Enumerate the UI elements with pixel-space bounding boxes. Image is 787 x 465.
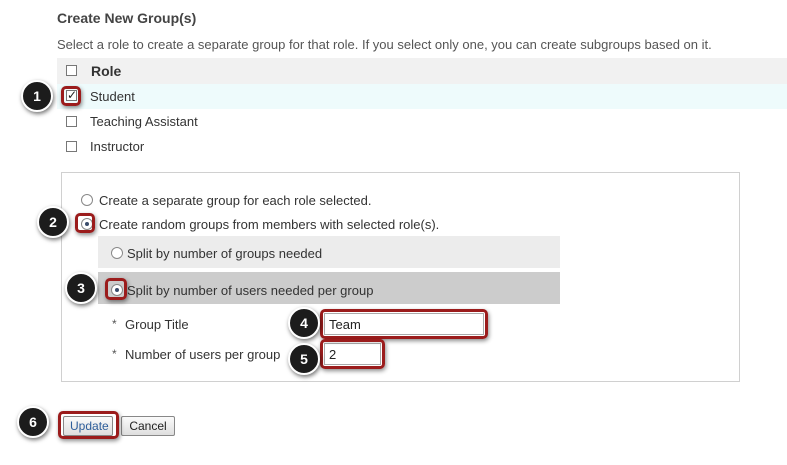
separate-group-label: Create a separate group for each role se… — [99, 193, 372, 208]
select-all-roles-checkbox[interactable] — [66, 65, 77, 76]
role-label-instructor: Instructor — [90, 139, 145, 154]
callout-badge-2: 2 — [37, 206, 69, 238]
role-label-student: Student — [90, 89, 135, 104]
callout-badge-4: 4 — [288, 307, 320, 339]
users-per-group-required-mark: * — [112, 347, 117, 361]
role-checkbox-teaching-assistant[interactable] — [66, 116, 77, 127]
group-title-required-mark: * — [112, 317, 117, 331]
random-groups-label: Create random groups from members with s… — [99, 217, 440, 232]
split-by-groups-radio[interactable] — [111, 247, 123, 259]
role-column-header: Role — [91, 63, 122, 79]
section-title: Create New Group(s) — [57, 10, 197, 26]
callout-badge-6: 6 — [17, 406, 49, 438]
users-per-group-input[interactable] — [324, 343, 381, 365]
section-description: Select a role to create a separate group… — [57, 37, 712, 52]
group-title-label: Group Title — [125, 317, 189, 332]
role-checkbox-student[interactable]: ✓ — [66, 88, 78, 102]
users-per-group-label: Number of users per group — [125, 347, 281, 362]
random-groups-radio[interactable] — [81, 218, 93, 230]
split-by-users-radio[interactable] — [111, 284, 123, 296]
checkmark-icon: ✓ — [67, 88, 78, 102]
callout-badge-1: 1 — [21, 80, 53, 112]
separate-group-radio[interactable] — [81, 194, 93, 206]
role-checkbox-instructor[interactable] — [66, 141, 77, 152]
cancel-button[interactable]: Cancel — [121, 416, 175, 436]
update-button[interactable]: Update — [63, 416, 113, 436]
split-by-users-label: Split by number of users needed per grou… — [127, 283, 374, 298]
group-title-input[interactable] — [324, 313, 484, 335]
role-label-teaching-assistant: Teaching Assistant — [90, 114, 198, 129]
callout-badge-3: 3 — [65, 272, 97, 304]
role-header-row — [57, 58, 787, 84]
callout-badge-5: 5 — [288, 343, 320, 375]
role-row-student-background — [57, 84, 787, 109]
split-by-groups-label: Split by number of groups needed — [127, 246, 323, 261]
